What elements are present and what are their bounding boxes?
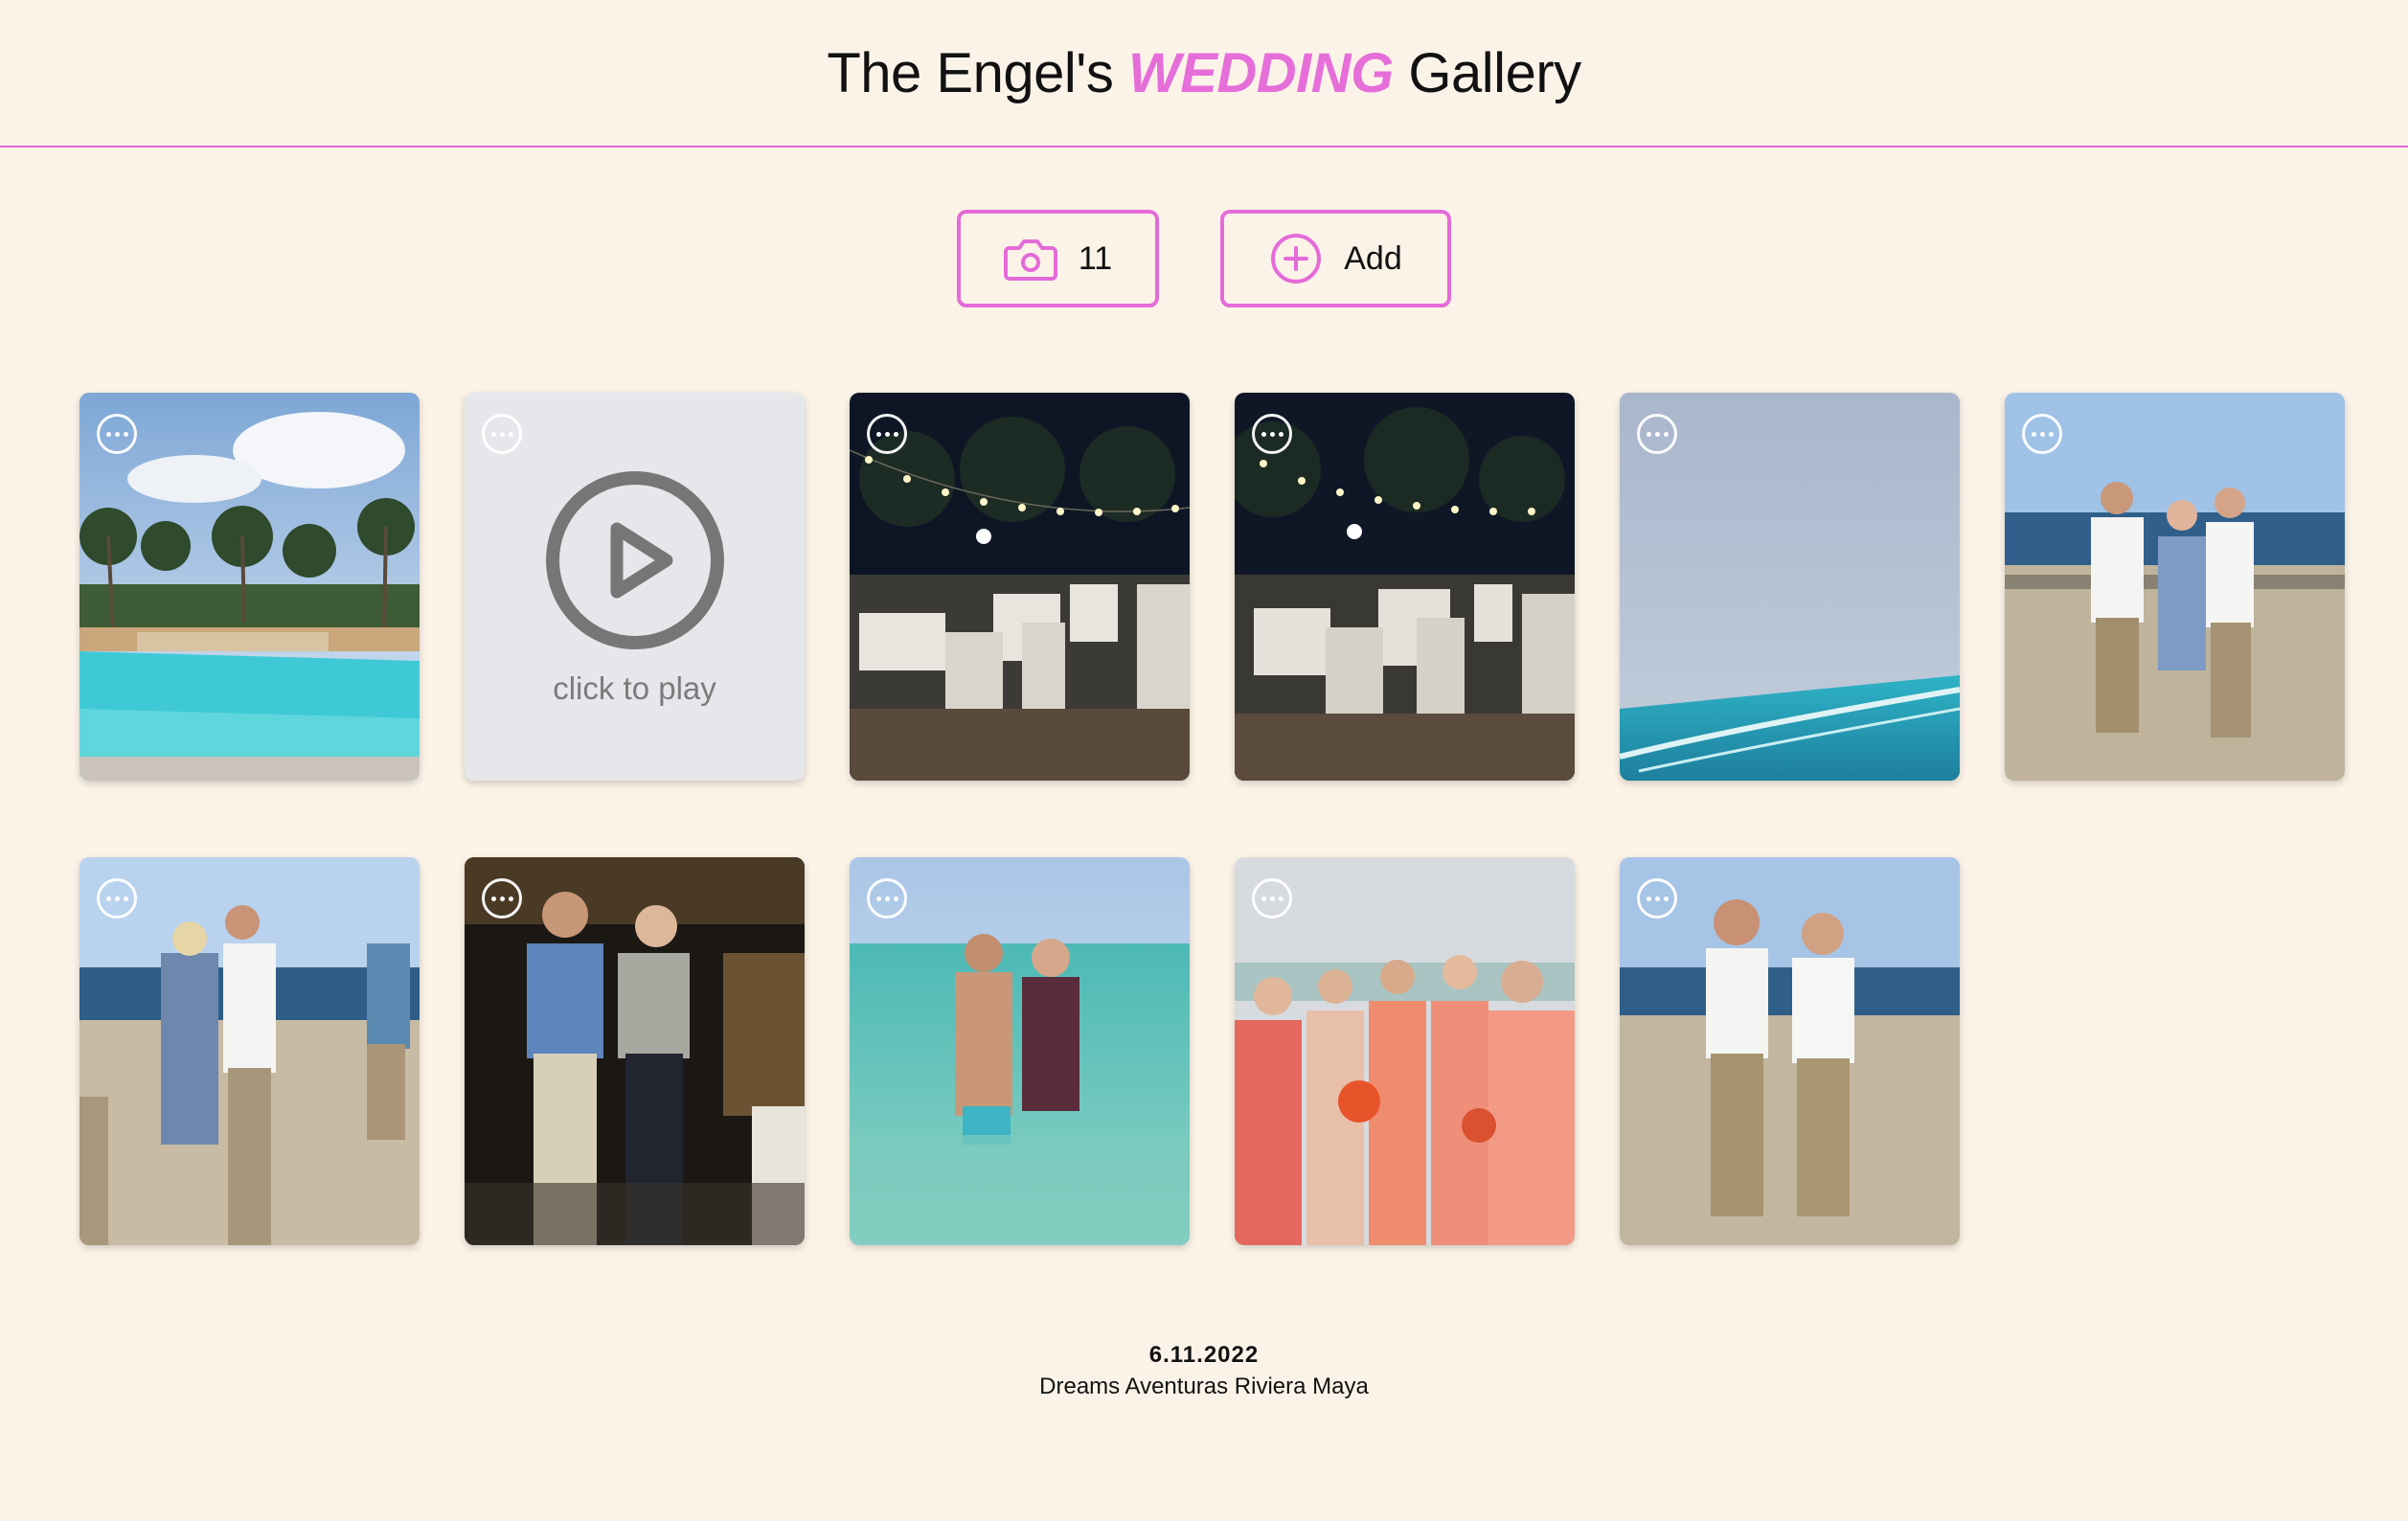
photo-two-men-beach: [1620, 857, 1960, 1245]
gallery-photo[interactable]: [850, 857, 1190, 1245]
photo-ocean: [1620, 393, 1960, 781]
add-button[interactable]: Add: [1220, 210, 1451, 307]
more-options-icon[interactable]: [1252, 414, 1292, 454]
play-icon[interactable]: [544, 469, 726, 651]
photo-bridesmaids: [1235, 857, 1575, 1245]
video-placeholder: click to play: [465, 469, 805, 707]
page-header: The Engel's WEDDING Gallery: [0, 0, 2408, 148]
plus-circle-icon: [1271, 234, 1322, 284]
gallery-photo[interactable]: [80, 393, 420, 781]
gallery-photo[interactable]: [1620, 393, 1960, 781]
photo-count: 11: [1078, 239, 1113, 277]
photo-night-dinner: [850, 393, 1190, 781]
photo-pool: [80, 393, 420, 781]
camera-icon: [1003, 239, 1057, 281]
add-label: Add: [1344, 239, 1402, 277]
more-options-icon[interactable]: [482, 878, 522, 919]
more-options-icon[interactable]: [1637, 414, 1677, 454]
event-date: 6.11.2022: [1148, 1342, 1260, 1368]
more-options-icon[interactable]: [2022, 414, 2062, 454]
title-suffix: Gallery: [1408, 41, 1581, 104]
gallery-grid: click to play: [80, 393, 2345, 1245]
title-prefix: The Engel's: [827, 41, 1114, 104]
play-label: click to play: [553, 670, 716, 706]
gallery-photo[interactable]: [1235, 857, 1575, 1245]
page-footer: 6.11.2022 Dreams Aventuras Riviera Maya: [0, 1339, 2408, 1402]
more-options-icon[interactable]: [482, 414, 522, 454]
photo-couple-hugging: [80, 857, 420, 1245]
gallery-video[interactable]: click to play: [465, 393, 805, 781]
more-options-icon[interactable]: [867, 414, 907, 454]
photo-couple-sea: [850, 857, 1190, 1245]
more-options-icon[interactable]: [97, 878, 137, 919]
photo-night-dinner-2: [1235, 393, 1575, 781]
gallery-photo[interactable]: [465, 857, 805, 1245]
toolbar: 11 Add: [0, 210, 2408, 307]
more-options-icon[interactable]: [1252, 878, 1292, 919]
photo-three-people-beach: [2005, 393, 2345, 781]
gallery-photo[interactable]: [1620, 857, 1960, 1245]
page-title: The Engel's WEDDING Gallery: [827, 41, 1581, 105]
more-options-icon[interactable]: [97, 414, 137, 454]
gallery-photo[interactable]: [850, 393, 1190, 781]
photo-night-couple: [465, 857, 805, 1245]
gallery-photo[interactable]: [1235, 393, 1575, 781]
gallery-photo[interactable]: [80, 857, 420, 1245]
title-accent: WEDDING: [1127, 41, 1394, 104]
photo-count-button[interactable]: 11: [957, 210, 1159, 307]
more-options-icon[interactable]: [867, 878, 907, 919]
more-options-icon[interactable]: [1637, 878, 1677, 919]
gallery-photo[interactable]: [2005, 393, 2345, 781]
event-location: Dreams Aventuras Riviera Maya: [1039, 1373, 1369, 1399]
